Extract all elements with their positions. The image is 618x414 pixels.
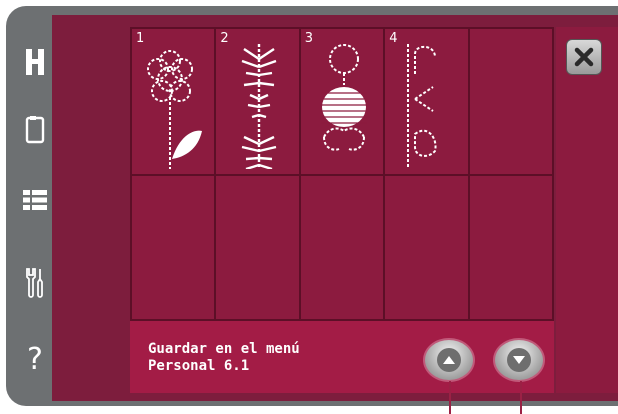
design-cell-3[interactable]: 3 bbox=[300, 29, 384, 174]
letters-stitch-icon bbox=[407, 44, 437, 169]
design-cell-5[interactable] bbox=[469, 29, 552, 174]
sidebar: ? bbox=[0, 0, 70, 400]
save-menu-label: Guardar en el menú Personal 6.1 bbox=[148, 341, 300, 374]
list-menu-icon[interactable] bbox=[0, 175, 70, 225]
scroll-down-button[interactable] bbox=[493, 338, 545, 382]
flower-stitch-icon bbox=[147, 50, 202, 169]
arrow-down-icon bbox=[513, 356, 525, 364]
design-cell-9[interactable] bbox=[385, 176, 468, 319]
design-cell-1[interactable]: 1 bbox=[132, 29, 215, 174]
arrow-up-icon bbox=[443, 356, 455, 364]
tools-icon[interactable] bbox=[0, 258, 70, 308]
design-cell-8[interactable] bbox=[300, 176, 384, 319]
embroidery-frame-icon[interactable] bbox=[0, 105, 70, 155]
design-cell-7[interactable] bbox=[216, 176, 299, 319]
close-icon bbox=[574, 47, 594, 67]
scroll-up-button[interactable] bbox=[423, 338, 475, 382]
design-cell-10[interactable] bbox=[469, 176, 552, 319]
help-icon[interactable]: ? bbox=[0, 334, 70, 384]
right-panel bbox=[556, 27, 618, 393]
design-grid: 1 2 3 4 bbox=[130, 27, 554, 321]
design-cell-6[interactable] bbox=[132, 176, 215, 319]
figure-stitch-icon bbox=[320, 44, 367, 151]
hoop-h-icon[interactable] bbox=[0, 37, 70, 87]
design-cell-4[interactable]: 4 bbox=[385, 29, 468, 174]
callout-line-up bbox=[449, 381, 451, 414]
design-cell-2[interactable]: 2 bbox=[216, 29, 299, 174]
close-button[interactable] bbox=[566, 39, 602, 75]
fern-stitch-icon bbox=[241, 44, 277, 169]
callout-line-down bbox=[520, 381, 522, 414]
